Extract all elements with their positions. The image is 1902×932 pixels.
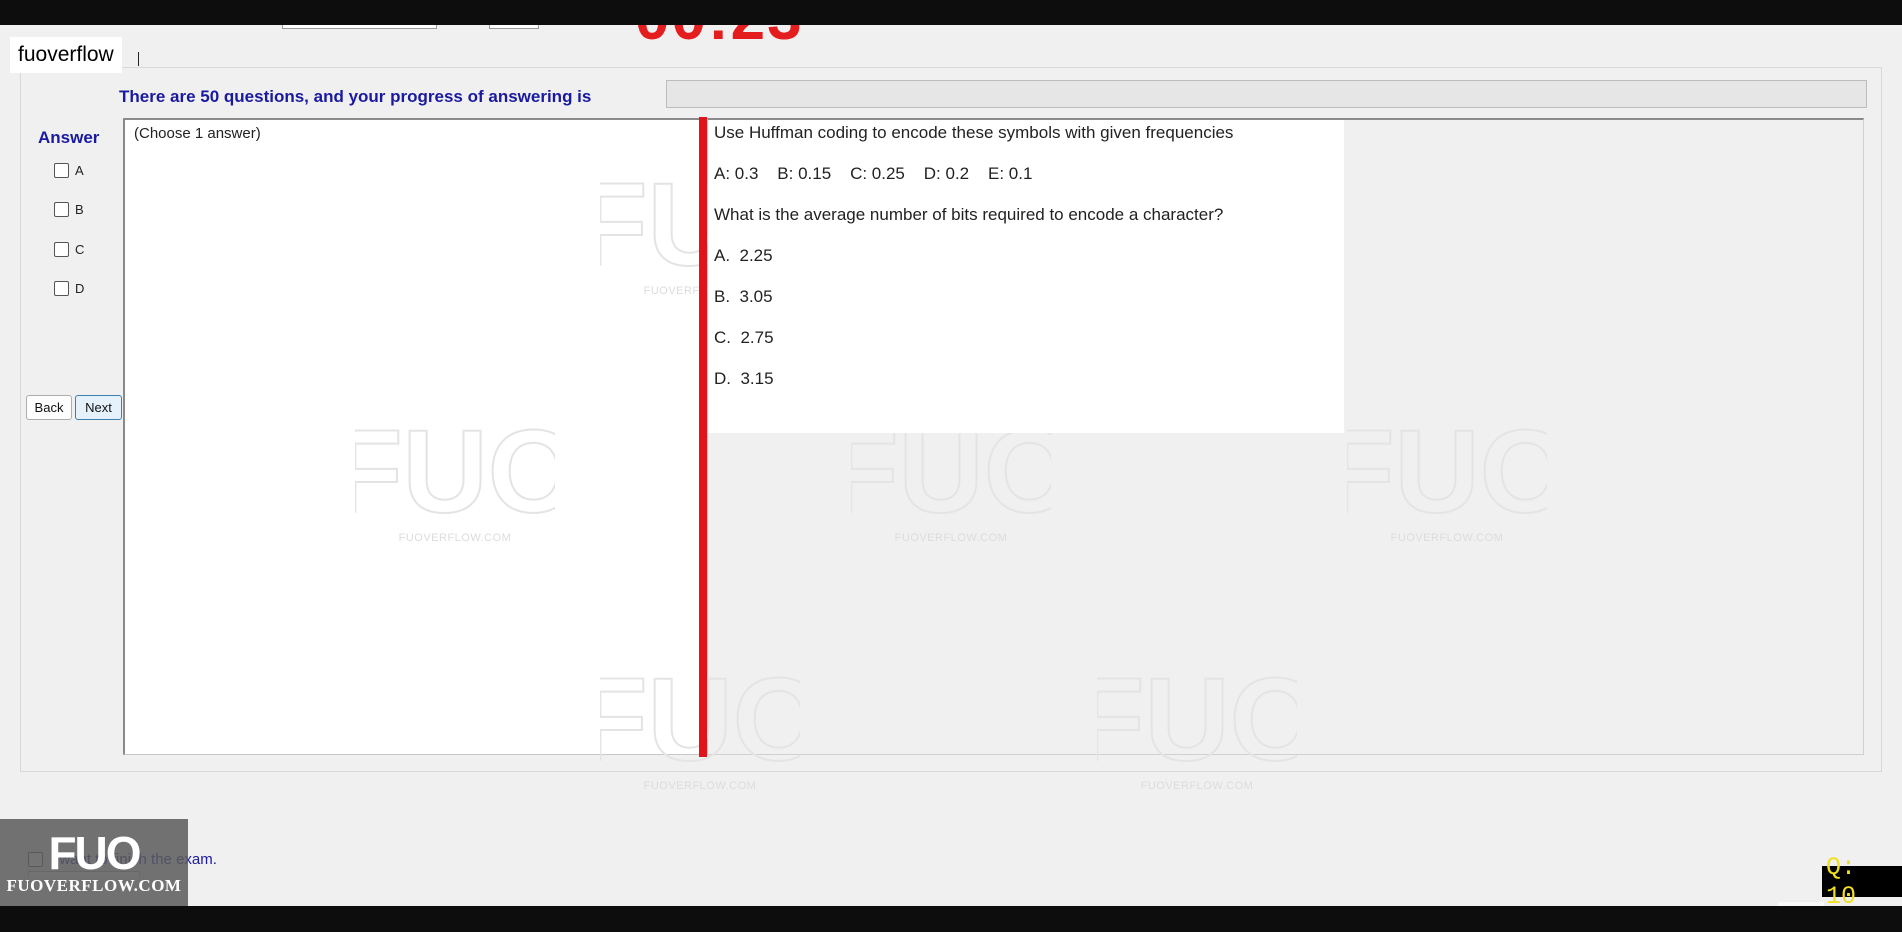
- exam-window: 00:23 fuoverflow There are 50 questions,…: [0, 25, 1902, 906]
- fuo-logo: FUO FUOVERFLOW.COM: [0, 819, 188, 906]
- brand-tag: fuoverflow: [10, 37, 122, 73]
- checkbox-d[interactable]: [54, 280, 69, 296]
- next-button[interactable]: Next: [75, 395, 122, 420]
- question-counter: Q: 10: [1822, 853, 1902, 911]
- answer-option-a[interactable]: A: [54, 161, 84, 179]
- question-ask: What is the average number of bits requi…: [714, 205, 1224, 224]
- answer-option-c[interactable]: C: [54, 240, 84, 258]
- answer-option-label: D: [75, 280, 85, 296]
- logo-mark: FUO: [48, 826, 141, 879]
- top-dropdown[interactable]: [282, 25, 437, 29]
- text-caret: [138, 52, 139, 66]
- top-small-field[interactable]: [489, 25, 539, 29]
- answer-option-d[interactable]: D: [54, 279, 84, 297]
- pane-splitter[interactable]: [699, 117, 707, 757]
- countdown-timer: 00:23: [635, 25, 804, 54]
- progress-label: There are 50 questions, and your progres…: [119, 87, 592, 106]
- watermark-url: FUOVERFLOW.COM: [1140, 780, 1254, 792]
- watermark-url: FUOVERFLOW.COM: [643, 780, 757, 792]
- answer-heading: Answer: [38, 128, 100, 147]
- bottom-black-bar: [0, 906, 1902, 932]
- answer-option-b[interactable]: B: [54, 200, 84, 218]
- logo-subtitle: FUOVERFLOW.COM: [6, 875, 182, 895]
- progress-bar: [666, 80, 1867, 108]
- question-choice-d: D. 3.15: [714, 369, 774, 388]
- question-choice-b: B. 3.05: [714, 287, 773, 306]
- question-choice-a: A. 2.25: [714, 246, 773, 265]
- choose-hint: (Choose 1 answer): [134, 125, 261, 142]
- question-frequencies: A: 0.3 B: 0.15 C: 0.25 D: 0.2 E: 0.1: [714, 164, 1033, 183]
- question-prompt: Use Huffman coding to encode these symbo…: [714, 123, 1234, 142]
- answer-text-pane: [123, 118, 702, 755]
- answer-option-label: A: [75, 162, 84, 178]
- question-choice-c: C. 2.75: [714, 328, 774, 347]
- answer-option-label: C: [75, 241, 85, 257]
- checkbox-b[interactable]: [54, 201, 69, 217]
- answer-option-label: B: [75, 201, 84, 217]
- checkbox-c[interactable]: [54, 241, 69, 257]
- back-button[interactable]: Back: [26, 395, 72, 420]
- top-black-bar: [0, 0, 1902, 25]
- checkbox-a[interactable]: [54, 162, 69, 178]
